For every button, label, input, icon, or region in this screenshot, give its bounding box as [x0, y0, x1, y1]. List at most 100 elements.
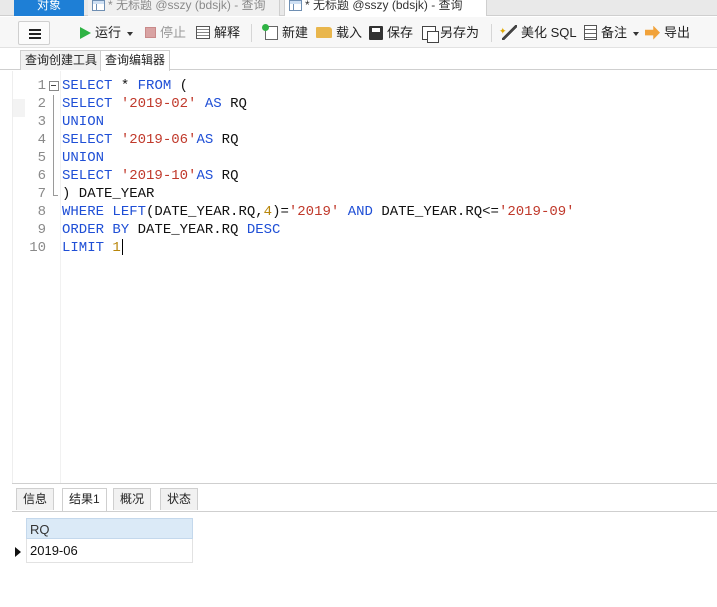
- code-line[interactable]: 4 SELECT '2019-06'AS RQ: [13, 131, 713, 149]
- code-token: AND: [347, 204, 373, 220]
- code-token: (DATE_YEAR.RQ,: [146, 204, 264, 220]
- code-text: ORDER BY DATE_YEAR.RQ DESC: [62, 221, 280, 239]
- sql-editor[interactable]: 1 SELECT * FROM (2 SELECT '2019-02' AS RQ 3…: [12, 71, 717, 483]
- tab-query-builder[interactable]: 查询创建工具: [20, 50, 103, 70]
- code-token: )=: [272, 204, 289, 220]
- tab-info[interactable]: 信息: [16, 488, 55, 510]
- code-token: DATE_YEAR.RQ: [129, 222, 247, 238]
- memo-button[interactable]: 备注: [584, 22, 640, 44]
- toolbar-divider: [491, 24, 492, 42]
- chevron-down-icon[interactable]: [633, 31, 640, 36]
- explain-icon: [196, 26, 210, 40]
- tab-profile[interactable]: 概况: [113, 488, 152, 510]
- code-token: SELECT: [62, 132, 113, 148]
- code-line[interactable]: 7 ) DATE_YEAR: [13, 185, 713, 203]
- code-token: *: [112, 78, 138, 94]
- code-token: ) DATE_YEAR: [62, 186, 155, 202]
- line-number: 10: [29, 240, 46, 256]
- code-token: SELECT: [62, 96, 113, 112]
- save-as-label: 另存为: [440, 25, 480, 40]
- fold-guide: [49, 167, 59, 185]
- code-line[interactable]: 8 WHERE LEFT(DATE_YEAR.RQ,4)='2019' AND D…: [13, 203, 713, 221]
- query-toolbar: 运行 停止 解释 新建 载入 保存 另存为 美化 SQL 备注 导出: [0, 17, 717, 48]
- new-query-icon: [262, 23, 278, 40]
- line-number: 3: [37, 114, 46, 130]
- tab-objects[interactable]: 对象: [14, 0, 84, 16]
- beautify-sql-button[interactable]: 美化 SQL: [499, 20, 577, 44]
- save-label: 保存: [387, 25, 414, 40]
- line-number: 8: [37, 204, 46, 220]
- run-button[interactable]: 运行: [80, 22, 134, 44]
- menu-button[interactable]: [18, 21, 50, 45]
- magic-wand-icon: [499, 20, 517, 42]
- current-row-arrow-icon: [15, 547, 21, 557]
- load-button[interactable]: 载入: [316, 22, 362, 44]
- memo-label: 备注: [601, 25, 628, 40]
- code-token: '2019': [288, 204, 340, 220]
- code-token: LIMIT: [62, 240, 105, 256]
- code-token: SELECT: [62, 168, 113, 184]
- code-line[interactable]: 10 LIMIT 1: [13, 239, 713, 257]
- result-panel: 信息 结果1 概况 状态 RQ 2019-06: [12, 483, 717, 607]
- tab-query-1-label: * 无标题 @sszy (bdsjk) - 查询: [108, 0, 266, 12]
- code-token: RQ: [213, 132, 239, 148]
- save-as-button[interactable]: 另存为: [422, 22, 479, 44]
- table-cell[interactable]: 2019-06: [30, 543, 78, 558]
- code-token: SELECT: [62, 78, 113, 94]
- stop-icon: [145, 27, 156, 39]
- tab-query-1[interactable]: * 无标题 @sszy (bdsjk) - 查询: [88, 0, 280, 16]
- fold-guide: [49, 113, 59, 131]
- line-number: 6: [37, 168, 46, 184]
- table-row[interactable]: 2019-06: [15, 539, 193, 563]
- code-token: DESC: [246, 222, 281, 238]
- code-line[interactable]: 6 SELECT '2019-10'AS RQ: [13, 167, 713, 185]
- code-token: '2019-02': [120, 96, 197, 112]
- stop-button[interactable]: 停止: [145, 22, 186, 44]
- chevron-down-icon[interactable]: [127, 31, 134, 36]
- code-token: WHERE: [62, 204, 105, 220]
- tab-result1[interactable]: 结果1: [62, 488, 107, 511]
- code-text: SELECT '2019-06'AS RQ: [62, 131, 238, 149]
- code-token: AS: [204, 96, 222, 112]
- query-table-icon: [289, 0, 302, 11]
- toolbar-divider: [251, 24, 252, 42]
- new-button[interactable]: 新建: [262, 22, 309, 44]
- code-text: SELECT * FROM (: [62, 77, 188, 95]
- code-line[interactable]: 9 ORDER BY DATE_YEAR.RQ DESC: [13, 221, 713, 239]
- explain-button[interactable]: 解释: [196, 22, 240, 44]
- tab-query-editor[interactable]: 查询编辑器: [100, 50, 171, 71]
- code-line[interactable]: 2 SELECT '2019-02' AS RQ: [13, 95, 713, 113]
- code-line[interactable]: 1 SELECT * FROM (: [13, 77, 713, 95]
- document-tab-strip: 对象 * 无标题 @sszy (bdsjk) - 查询 * 无标题 @sszy …: [0, 0, 717, 16]
- line-number: 4: [37, 132, 46, 148]
- code-line[interactable]: 3 UNION: [13, 113, 713, 131]
- export-icon: [645, 25, 660, 40]
- new-label: 新建: [282, 25, 309, 40]
- tab-query-2-label: * 无标题 @sszy (bdsjk) - 查询: [305, 0, 463, 12]
- line-number: 1: [37, 78, 46, 94]
- tab-query-2[interactable]: * 无标题 @sszy (bdsjk) - 查询: [284, 0, 487, 16]
- save-button[interactable]: 保存: [369, 22, 413, 44]
- code-text: UNION: [62, 149, 104, 167]
- code-text: SELECT '2019-02' AS RQ: [62, 95, 247, 113]
- code-line[interactable]: 5 UNION: [13, 149, 713, 167]
- fold-toggle-icon[interactable]: [49, 77, 59, 95]
- tab-status[interactable]: 状态: [160, 488, 199, 510]
- code-text: UNION: [62, 113, 104, 131]
- code-token: AS: [196, 168, 214, 184]
- explain-label: 解释: [214, 25, 241, 40]
- column-header-rq[interactable]: RQ: [26, 518, 193, 539]
- code-token: RQ: [221, 96, 247, 112]
- code-token: AS: [196, 132, 214, 148]
- line-number: 7: [37, 186, 46, 202]
- fold-guide: [49, 131, 59, 149]
- code-text: ) DATE_YEAR: [62, 185, 154, 203]
- export-button[interactable]: 导出: [645, 22, 690, 44]
- code-token: FROM: [137, 78, 172, 94]
- save-icon: [369, 25, 383, 40]
